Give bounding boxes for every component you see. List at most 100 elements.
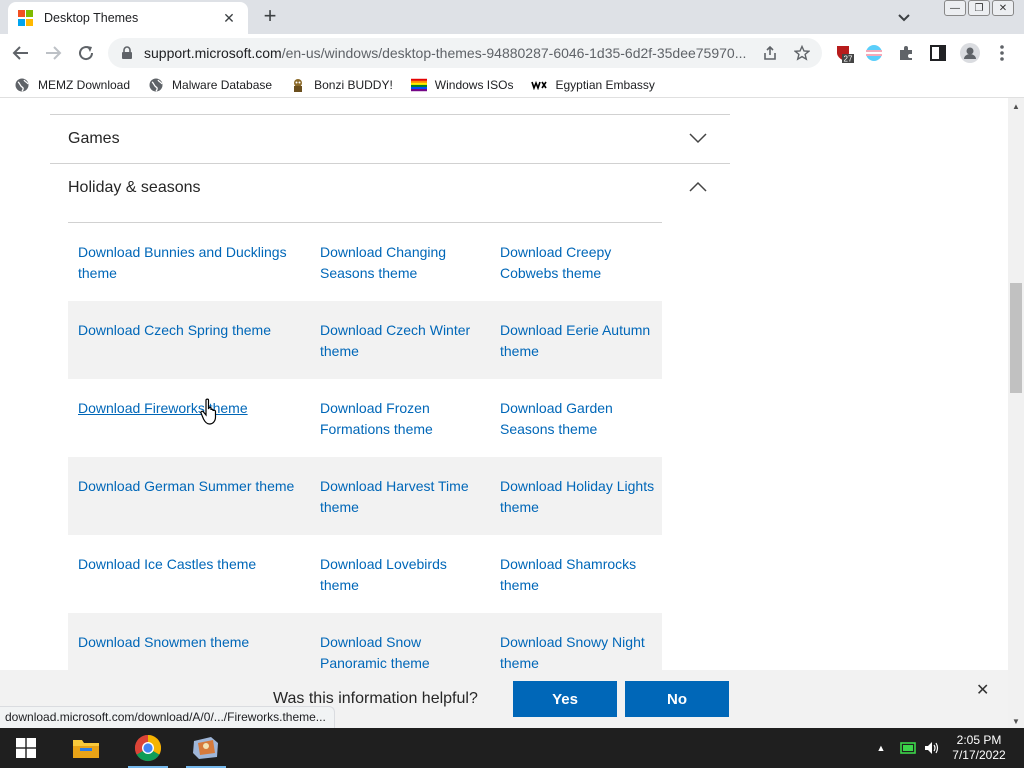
chevron-down-icon xyxy=(689,133,707,144)
theme-link[interactable]: Download Bunnies and Ducklings theme xyxy=(78,242,303,284)
theme-link[interactable]: Download Snowmen theme xyxy=(78,632,303,653)
show-hidden-icons[interactable]: ▲ xyxy=(872,728,890,768)
tab-desktop-themes[interactable]: Desktop Themes ✕ xyxy=(8,2,248,34)
table-row: Download Bunnies and Ducklings theme Dow… xyxy=(68,223,662,301)
bookmark-label: Egyptian Embassy xyxy=(555,77,655,92)
theme-link[interactable]: Download Changing Seasons theme xyxy=(320,242,485,284)
reload-button[interactable] xyxy=(75,42,97,64)
taskbar-file-explorer[interactable] xyxy=(62,728,110,768)
bookmark-malware-database[interactable]: Malware Database xyxy=(148,77,272,93)
folder-icon xyxy=(73,740,99,758)
chevron-up-icon xyxy=(689,181,707,192)
bonzi-icon xyxy=(290,77,306,93)
bookmark-label: Windows ISOs xyxy=(434,77,514,92)
theme-link[interactable]: Download Eerie Autumn theme xyxy=(500,320,660,362)
link-status-bubble: download.microsoft.com/download/A/0/.../… xyxy=(0,706,335,728)
theme-link[interactable]: Download Snowy Night theme xyxy=(500,632,660,670)
page-content: Games Holiday & seasons Download Bunnies… xyxy=(0,98,1008,670)
url-host: support.microsoft.com xyxy=(144,45,282,61)
feedback-yes-button[interactable]: Yes xyxy=(513,681,617,717)
theme-link[interactable]: Download Frozen Formations theme xyxy=(320,398,485,440)
browser-toolbar: support.microsoft.com/en-us/windows/desk… xyxy=(0,34,1024,72)
bookmark-label: Malware Database xyxy=(172,77,273,92)
share-icon[interactable] xyxy=(762,45,778,61)
table-row: Download Fireworks theme Download Frozen… xyxy=(68,379,662,457)
theme-link-fireworks[interactable]: Download Fireworks theme xyxy=(78,398,303,419)
forward-button[interactable] xyxy=(42,42,64,64)
theme-link[interactable]: Download Shamrocks theme xyxy=(500,554,660,596)
taskbar-clock[interactable]: 2:05 PM 7/17/2022 xyxy=(944,733,1014,763)
minimize-button[interactable]: — xyxy=(944,0,966,16)
bookmarks-bar: MEMZ Download Malware Database Bonzi BUD… xyxy=(0,72,1024,98)
scroll-down-icon[interactable]: ▼ xyxy=(1012,717,1020,726)
wix-icon xyxy=(531,77,548,93)
table-row: Download Snowmen theme Download Snow Pan… xyxy=(68,613,662,670)
page-scrollbar[interactable]: ▲ ▼ xyxy=(1008,98,1024,728)
table-row: Download Ice Castles theme Download Love… xyxy=(68,535,662,613)
tab-close-icon[interactable]: ✕ xyxy=(220,10,238,27)
profile-avatar-icon[interactable] xyxy=(960,43,980,63)
theme-link[interactable]: Download Creepy Cobwebs theme xyxy=(500,242,660,284)
theme-link[interactable]: Download Harvest Time theme xyxy=(320,476,485,518)
app-icon xyxy=(193,737,218,759)
address-bar[interactable]: support.microsoft.com/en-us/windows/desk… xyxy=(108,38,822,68)
tray-chevron-up-icon: ▲ xyxy=(876,743,886,753)
theme-link[interactable]: Download Lovebirds theme xyxy=(320,554,485,596)
bookmark-windows-isos[interactable]: Windows ISOs xyxy=(410,77,514,93)
forward-arrow-icon xyxy=(46,46,62,60)
back-button[interactable] xyxy=(10,42,32,64)
tab-title: Desktop Themes xyxy=(44,11,139,25)
hand-cursor-icon xyxy=(200,398,217,425)
accordion-games[interactable]: Games xyxy=(50,115,730,163)
scroll-up-icon[interactable]: ▲ xyxy=(1012,102,1020,111)
tab-search-icon[interactable] xyxy=(895,8,913,26)
new-tab-button[interactable]: + xyxy=(258,4,282,28)
network-icon[interactable] xyxy=(898,728,918,768)
theme-link[interactable]: Download Czech Winter theme xyxy=(320,320,485,362)
microsoft-logo-icon xyxy=(18,10,34,26)
url-path: /en-us/windows/desktop-themes-94880287-6… xyxy=(281,45,747,61)
table-row: Download German Summer theme Download Ha… xyxy=(68,457,662,535)
table-row: Download Czech Spring theme Download Cze… xyxy=(68,301,662,379)
theme-link[interactable]: Download Ice Castles theme xyxy=(78,554,303,575)
theme-link[interactable]: Download Holiday Lights theme xyxy=(500,476,660,518)
bookmark-memz-download[interactable]: MEMZ Download xyxy=(14,77,130,93)
accordion-holiday-title: Holiday & seasons xyxy=(68,179,201,196)
side-panel-icon[interactable] xyxy=(928,43,948,63)
restore-button[interactable]: ❐ xyxy=(968,0,990,16)
close-window-button[interactable]: ✕ xyxy=(992,0,1014,16)
url-text: support.microsoft.com/en-us/windows/desk… xyxy=(144,45,756,61)
bookmark-label: Bonzi BUDDY! xyxy=(314,77,393,92)
bookmark-bonzi-buddy[interactable]: Bonzi BUDDY! xyxy=(290,77,393,93)
theme-link[interactable]: Download German Summer theme xyxy=(78,476,303,497)
bookmark-label: MEMZ Download xyxy=(38,77,131,92)
extension-flag-icon[interactable] xyxy=(864,43,884,63)
browser-menu-icon[interactable] xyxy=(992,43,1012,63)
accordion-games-title: Games xyxy=(68,130,120,147)
lock-icon[interactable] xyxy=(120,46,134,60)
theme-link[interactable]: Download Garden Seasons theme xyxy=(500,398,660,440)
feedback-no-button[interactable]: No xyxy=(625,681,729,717)
extensions-puzzle-icon[interactable] xyxy=(896,43,916,63)
scrollbar-thumb[interactable] xyxy=(1010,283,1022,393)
windows-taskbar: ▲ 2:05 PM 7/17/2022 xyxy=(0,728,1024,768)
extension-shield-icon[interactable]: 27 xyxy=(834,43,854,63)
taskbar-chrome[interactable] xyxy=(124,728,172,768)
theme-table: Download Bunnies and Ducklings theme Dow… xyxy=(68,223,662,670)
taskbar-app[interactable] xyxy=(182,728,230,768)
feedback-close-icon[interactable]: ✕ xyxy=(976,680,989,700)
theme-link[interactable]: Download Czech Spring theme xyxy=(78,320,303,341)
back-arrow-icon xyxy=(12,46,28,60)
globe-icon xyxy=(14,77,30,93)
theme-link[interactable]: Download Snow Panoramic theme xyxy=(320,632,485,670)
start-button[interactable] xyxy=(2,728,50,768)
bookmark-star-icon[interactable] xyxy=(794,45,810,61)
clock-time: 2:05 PM xyxy=(956,733,1002,747)
accordion-holiday-seasons[interactable]: Holiday & seasons xyxy=(50,164,730,212)
tab-strip: Desktop Themes ✕ + — ❐ ✕ xyxy=(0,0,1024,34)
extension-badge: 27 xyxy=(844,55,853,64)
clock-date: 7/17/2022 xyxy=(952,748,1006,762)
volume-icon[interactable] xyxy=(922,728,942,768)
reload-icon xyxy=(79,46,94,61)
bookmark-egyptian-embassy[interactable]: Egyptian Embassy xyxy=(531,77,655,93)
